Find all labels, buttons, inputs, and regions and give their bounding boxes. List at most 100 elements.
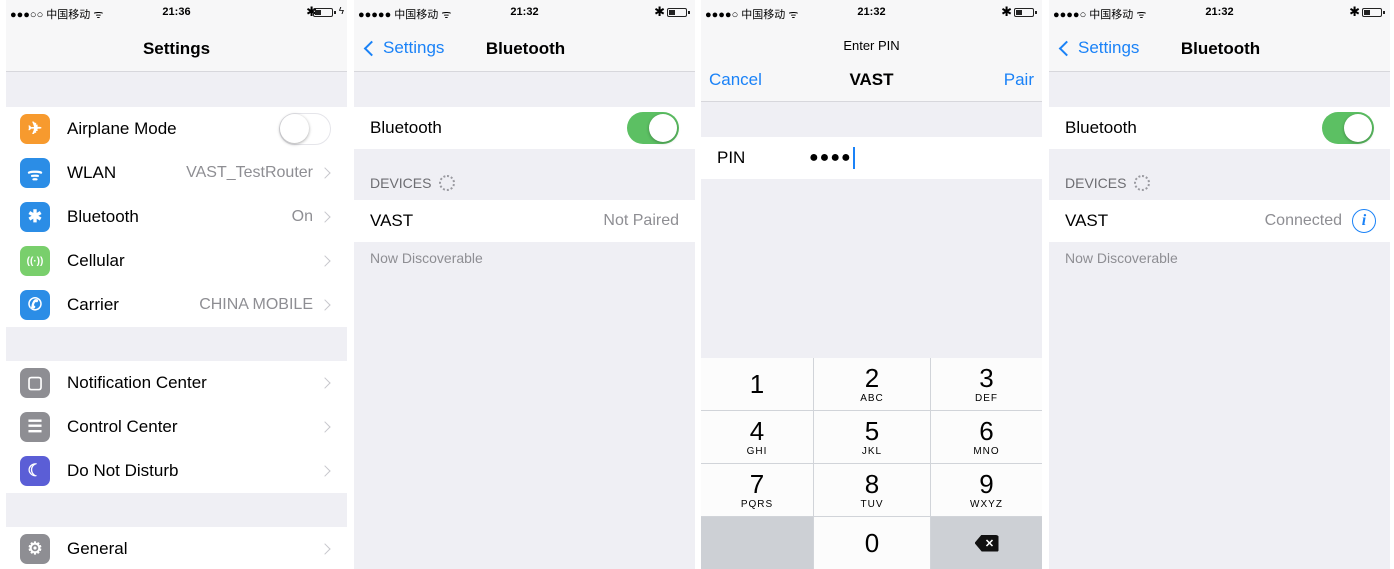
numeric-keypad: 1 2 ABC 3 DEF 4 GHI 5 JKL 6 MNO 7 PQRS 8… [701, 358, 1042, 569]
status-time: 21:36 [162, 6, 191, 18]
pin-field-row[interactable]: PIN ●●●● [701, 137, 1042, 179]
text-cursor [852, 147, 855, 169]
row-label: Do Not Disturb [67, 461, 179, 480]
key-1[interactable]: 1 [701, 358, 813, 410]
key-8[interactable]: 8 TUV [814, 464, 930, 516]
bluetooth-toggle[interactable] [1322, 112, 1374, 144]
carrier-row[interactable]: ✆ Carrier CHINA MOBILE [6, 283, 347, 327]
key-digit: 0 [864, 528, 880, 558]
wifi-icon: ᯤ [20, 158, 50, 188]
pin-label: PIN [717, 148, 746, 167]
key-letters: DEF [975, 392, 998, 404]
gear-icon: ⚙ [20, 534, 50, 564]
battery-icon [667, 8, 690, 17]
control-center-icon: ☰ [20, 412, 50, 442]
key-letters: PQRS [740, 498, 774, 510]
bluetooth-status-icon: ✱ [1349, 4, 1360, 19]
status-time: 21:32 [857, 6, 886, 18]
airplane-icon: ✈ [20, 114, 50, 144]
key-letters: JKL [861, 445, 883, 457]
wlan-row[interactable]: ᯤ WLAN VAST_TestRouter [6, 151, 347, 195]
enter-pin-screen: ●●●●○ 中国移动 ᯤ 21:32 ✱ Enter PIN Cancel VA… [701, 0, 1042, 569]
key-digit: 2 [864, 362, 880, 393]
chevron-right-icon [319, 377, 331, 389]
device-name: VAST [1065, 211, 1109, 230]
control-center-row[interactable]: ☰ Control Center [6, 405, 347, 449]
section-header: DEVICES [1065, 175, 1151, 191]
row-value: VAST_TestRouter [186, 164, 313, 181]
chevron-right-icon [319, 543, 331, 555]
device-row[interactable]: VAST Not Paired [354, 200, 695, 242]
section-header: DEVICES [370, 175, 456, 191]
row-label: Airplane Mode [67, 119, 177, 138]
backspace-icon: ✕ [974, 534, 999, 552]
key-5[interactable]: 5 JKL [814, 411, 930, 463]
empty-key [701, 517, 813, 569]
airplane-mode-row[interactable]: ✈ Airplane Mode [6, 107, 347, 151]
row-label: General [67, 539, 128, 558]
key-digit: 1 [749, 369, 765, 399]
key-9[interactable]: 9 WXYZ [931, 464, 1042, 516]
page-title: Bluetooth [485, 39, 566, 58]
row-label: Carrier [67, 295, 119, 314]
key-4[interactable]: 4 GHI [701, 411, 813, 463]
bluetooth-icon: ✱ [20, 202, 50, 232]
key-letters: TUV [860, 498, 884, 510]
page-title: Bluetooth [1180, 39, 1261, 58]
device-name: VAST [370, 211, 414, 230]
pin-prompt: Enter PIN [843, 38, 900, 53]
do-not-disturb-row[interactable]: ☾ Do Not Disturb [6, 449, 347, 493]
settings-screen: ●●●○○ 中国移动 ᯤ 21:36 ✱ ϟ Settings ✈ Airpla… [6, 0, 347, 569]
cellular-row[interactable]: ((·)) Cellular [6, 239, 347, 283]
key-letters: MNO [973, 445, 1000, 457]
general-row[interactable]: ⚙ General [6, 527, 347, 569]
section-header-label: DEVICES [370, 175, 432, 191]
charging-icon: ϟ [338, 6, 344, 17]
key-6[interactable]: 6 MNO [931, 411, 1042, 463]
battery-icon [1362, 8, 1385, 17]
status-time: 21:32 [510, 6, 539, 18]
bluetooth-status-icon: ✱ [654, 4, 665, 19]
bluetooth-screen-discovering: ●●●●● 中国移动 ᯤ 21:32 ✱ Settings Bluetooth … [354, 0, 695, 569]
airplane-mode-toggle[interactable] [279, 113, 331, 145]
bluetooth-toggle[interactable] [627, 112, 679, 144]
row-label: Cellular [67, 251, 125, 270]
device-status: Connected [1264, 212, 1342, 229]
key-7[interactable]: 7 PQRS [701, 464, 813, 516]
nav-bar: Settings Bluetooth [1049, 24, 1390, 72]
key-digit: 7 [749, 468, 765, 499]
row-value: On [291, 208, 313, 225]
key-digit: 9 [979, 468, 994, 499]
key-letters: ABC [860, 392, 884, 404]
battery-icon [313, 8, 336, 17]
info-icon[interactable]: i [1352, 209, 1376, 233]
key-digit: 5 [864, 415, 880, 446]
device-status: Not Paired [603, 212, 679, 229]
key-0[interactable]: 0 [814, 517, 930, 569]
nav-bar: Settings [6, 24, 347, 72]
pin-input[interactable]: ●●●● [809, 149, 852, 167]
row-label: WLAN [67, 163, 117, 182]
device-title: VAST [849, 70, 894, 89]
pair-button[interactable]: Pair [1004, 70, 1034, 90]
chevron-right-icon [319, 465, 331, 477]
bluetooth-row[interactable]: ✱ Bluetooth On [6, 195, 347, 239]
chevron-right-icon [319, 211, 331, 223]
key-2[interactable]: 2 ABC [814, 358, 930, 410]
battery-icon [1014, 8, 1037, 17]
key-3[interactable]: 3 DEF [931, 358, 1042, 410]
delete-key[interactable]: ✕ [931, 517, 1042, 569]
chevron-right-icon [319, 421, 331, 433]
pin-nav-bar: Enter PIN Cancel VAST Pair [701, 24, 1042, 102]
bluetooth-status-icon: ✱ [1001, 4, 1012, 19]
carrier-phone-icon: ✆ [20, 290, 50, 320]
chevron-right-icon [319, 299, 331, 311]
chevron-right-icon [319, 167, 331, 179]
nav-bar: Settings Bluetooth [354, 24, 695, 72]
discoverable-note: Now Discoverable [370, 250, 483, 266]
key-digit: 3 [979, 362, 994, 393]
row-label: Control Center [67, 417, 178, 436]
row-value: CHINA MOBILE [199, 296, 313, 313]
device-row[interactable]: VAST Connected i [1049, 200, 1390, 242]
notification-center-row[interactable]: ▢ Notification Center [6, 361, 347, 405]
